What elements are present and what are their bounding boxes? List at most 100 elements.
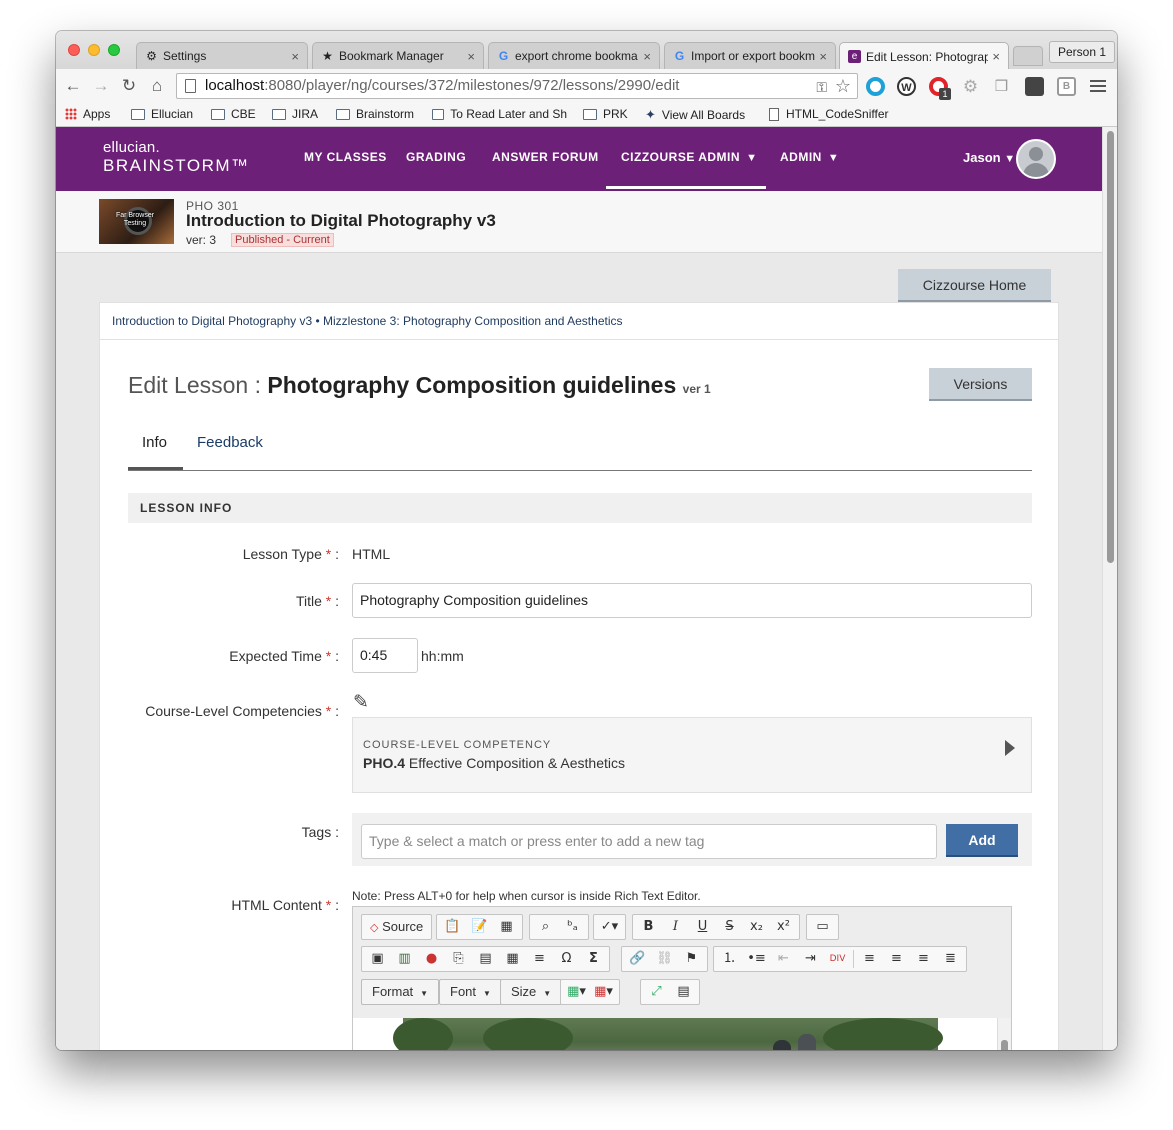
page-scrollbar[interactable]	[1102, 127, 1117, 1050]
align-center-icon[interactable]: ≡	[883, 948, 910, 970]
format-dropdown[interactable]: Format ▼	[361, 979, 440, 1005]
spellcheck-icon[interactable]: ✓▾	[596, 916, 623, 938]
bookmark-ellucian[interactable]: Ellucian	[131, 107, 193, 121]
bookmark-apps[interactable]: Apps	[65, 107, 110, 121]
close-icon[interactable]: ×	[643, 49, 651, 64]
bookmark-star-icon[interactable]: ☆	[835, 74, 851, 98]
browser-tab-edit-lesson[interactable]: e Edit Lesson: Photograp ×	[839, 42, 1009, 70]
editor-content-area[interactable]	[353, 1018, 1011, 1050]
title-input[interactable]: Photography Composition guidelines	[352, 583, 1032, 618]
extension-dark-square-icon[interactable]	[1025, 77, 1044, 96]
align-left-icon[interactable]: ≡	[856, 948, 883, 970]
horizontal-rule-icon[interactable]: ≡	[526, 948, 553, 970]
nav-my-classes[interactable]: MY CLASSES	[304, 150, 387, 164]
reload-icon[interactable]: ↻	[118, 75, 140, 97]
indent-icon[interactable]: ⇥	[797, 948, 824, 970]
minimize-window-button[interactable]	[88, 44, 100, 56]
extension-w-icon[interactable]: W	[897, 77, 916, 96]
superscript-icon[interactable]: x²	[770, 916, 797, 938]
expected-time-input[interactable]: 0:45	[352, 638, 418, 673]
bulleted-list-icon[interactable]: •≡	[743, 948, 770, 970]
close-icon[interactable]: ×	[819, 49, 827, 64]
find-icon[interactable]: ⌕	[532, 916, 559, 938]
nav-cizzourse-admin[interactable]: CIZZOURSE ADMIN ▼	[621, 150, 757, 164]
pencil-icon[interactable]: ✎	[353, 691, 369, 714]
div-container-icon[interactable]: DIV	[824, 948, 851, 970]
close-icon[interactable]: ×	[992, 49, 1000, 64]
strikethrough-icon[interactable]: S	[716, 916, 743, 938]
iframe-icon[interactable]: ▤	[472, 948, 499, 970]
italic-icon[interactable]: I	[662, 916, 689, 938]
avatar[interactable]	[1016, 139, 1056, 179]
bookmark-prk[interactable]: PRK	[583, 107, 628, 121]
tab-info[interactable]: Info	[142, 434, 167, 451]
cizzourse-home-button[interactable]: Cizzourse Home	[898, 269, 1051, 302]
replace-icon[interactable]: ᵇₐ	[559, 916, 586, 938]
image-icon[interactable]: ▣	[364, 948, 391, 970]
size-dropdown[interactable]: Size ▼	[500, 979, 563, 1005]
unlink-icon[interactable]: ⛓	[651, 948, 678, 970]
bookmark-cbe[interactable]: CBE	[211, 107, 256, 121]
extension-cube-icon[interactable]: ❒	[992, 77, 1011, 96]
paste-text-icon[interactable]: 📝	[466, 916, 493, 938]
background-color-icon[interactable]: ▦▾	[590, 981, 617, 1003]
browser-tab-import-bookmarks[interactable]: G Import or export bookm ×	[664, 42, 836, 69]
attachment-icon[interactable]: ⎘	[445, 948, 472, 970]
align-right-icon[interactable]: ≡	[910, 948, 937, 970]
close-window-button[interactable]	[68, 44, 80, 56]
breadcrumb[interactable]: Introduction to Digital Photography v3 •…	[112, 314, 623, 328]
bookmark-view-all-boards[interactable]: ✦ View All Boards	[645, 107, 745, 123]
forward-arrow-icon[interactable]: →	[90, 75, 112, 97]
nav-answer-forum[interactable]: ANSWER FORUM	[492, 150, 599, 164]
bookmark-to-read-later[interactable]: To Read Later and Sh	[432, 107, 567, 121]
bold-icon[interactable]: B	[635, 916, 662, 938]
video-icon[interactable]: ▥	[391, 948, 418, 970]
extension-gear-icon[interactable]: ⚙	[961, 77, 980, 96]
anchor-icon[interactable]: ⚑	[678, 948, 705, 970]
back-arrow-icon[interactable]: ←	[62, 75, 84, 97]
close-icon[interactable]: ×	[467, 49, 475, 64]
browser-tab-export-bookmarks[interactable]: G export chrome bookma ×	[488, 42, 660, 69]
nav-grading[interactable]: GRADING	[406, 150, 466, 164]
user-menu[interactable]: Jason ▼	[963, 150, 1015, 165]
scrollbar-thumb[interactable]	[1107, 131, 1114, 563]
tags-input[interactable]: Type & select a match or press enter to …	[361, 824, 937, 859]
competency-item[interactable]: COURSE-LEVEL COMPETENCY PHO.4 Effective …	[352, 717, 1032, 793]
subscript-icon[interactable]: x₂	[743, 916, 770, 938]
extension-opera-icon[interactable]: 1	[929, 77, 951, 100]
align-justify-icon[interactable]: ≣	[937, 948, 964, 970]
versions-button[interactable]: Versions	[929, 368, 1032, 401]
hamburger-menu-icon[interactable]	[1090, 77, 1106, 95]
new-tab-button[interactable]	[1013, 46, 1043, 66]
underline-icon[interactable]: U	[689, 916, 716, 938]
paste-word-icon[interactable]: ▦	[493, 916, 520, 938]
ellucian-brainstorm-logo[interactable]: ellucian. BRAINSTORM™	[103, 139, 250, 176]
paste-icon[interactable]: 📋	[439, 916, 466, 938]
key-icon[interactable]: ⚿	[816, 75, 827, 99]
close-icon[interactable]: ×	[291, 49, 299, 64]
remove-format-icon[interactable]: ▭	[809, 916, 836, 938]
nav-admin[interactable]: ADMIN ▼	[780, 150, 839, 164]
show-blocks-icon[interactable]: ▤	[670, 981, 697, 1003]
math-icon[interactable]: Σ	[580, 948, 607, 970]
chevron-right-icon[interactable]	[1005, 740, 1015, 756]
browser-tab-settings[interactable]: ⚙ Settings ×	[136, 42, 308, 69]
browser-tab-bookmark-manager[interactable]: ★ Bookmark Manager ×	[312, 42, 484, 69]
bookmark-jira[interactable]: JIRA	[272, 107, 318, 121]
maximize-icon[interactable]: ⤢	[643, 981, 670, 1003]
zoom-window-button[interactable]	[108, 44, 120, 56]
extension-b-icon[interactable]: B	[1057, 77, 1076, 96]
numbered-list-icon[interactable]: ⒈	[716, 948, 743, 970]
font-dropdown[interactable]: Font ▼	[439, 979, 502, 1005]
table-icon[interactable]: ▦	[499, 948, 526, 970]
text-color-icon[interactable]: ▦▾	[563, 981, 590, 1003]
bookmark-html-codesniffer[interactable]: HTML_CodeSniffer	[769, 107, 889, 121]
add-tag-button[interactable]: Add	[946, 824, 1018, 857]
bookmark-brainstorm[interactable]: Brainstorm	[336, 107, 414, 121]
address-bar[interactable]: localhost:8080/player/ng/courses/372/mil…	[176, 73, 858, 99]
home-icon[interactable]: ⌂	[146, 75, 168, 97]
tab-feedback[interactable]: Feedback	[197, 434, 263, 451]
profile-button[interactable]: Person 1	[1049, 41, 1116, 63]
special-character-icon[interactable]: Ω	[553, 948, 580, 970]
source-button[interactable]: ◇ Source	[364, 916, 429, 938]
